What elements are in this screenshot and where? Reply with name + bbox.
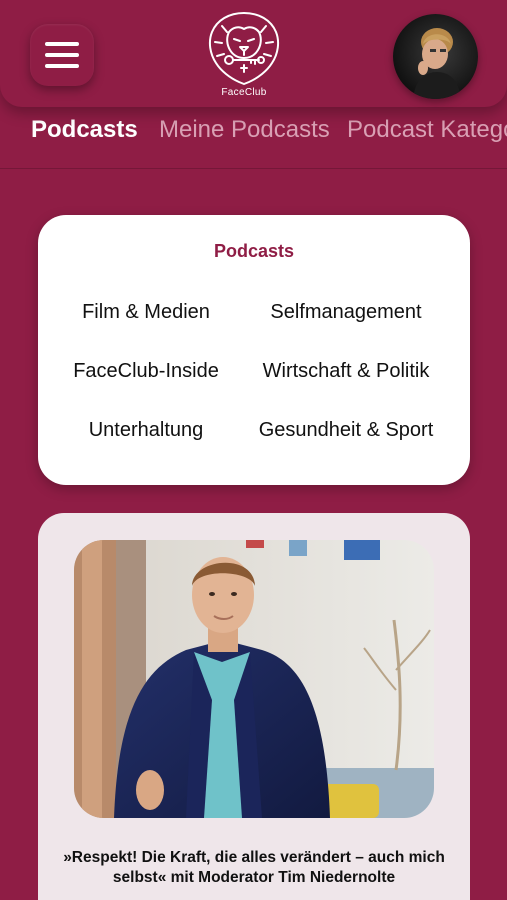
avatar-image xyxy=(393,14,478,99)
category-film-medien[interactable]: Film & Medien xyxy=(46,301,246,324)
app-header: FaceClub xyxy=(0,0,507,107)
lion-logo-icon xyxy=(208,12,280,85)
category-faceclub-inside[interactable]: FaceClub-Inside xyxy=(46,360,246,383)
logo-text: FaceClub xyxy=(221,87,267,98)
tab-bar: Podcasts Meine Podcasts Podcast Katego xyxy=(0,107,507,169)
tab-podcast-kategorien[interactable]: Podcast Katego xyxy=(347,115,507,145)
category-selfmanagement[interactable]: Selfmanagement xyxy=(246,301,446,324)
tab-podcasts[interactable]: Podcasts xyxy=(31,115,138,145)
user-avatar[interactable] xyxy=(393,14,478,99)
category-card: Podcasts Film & Medien Selfmanagement Fa… xyxy=(38,215,470,485)
category-card-title: Podcasts xyxy=(213,241,295,261)
category-unterhaltung[interactable]: Unterhaltung xyxy=(46,419,246,442)
podcast-photo xyxy=(74,540,434,818)
podcast-card[interactable]: »Respekt! Die Kraft, die alles verändert… xyxy=(38,513,470,900)
podcast-cover-image[interactable] xyxy=(74,540,434,818)
hamburger-menu-icon xyxy=(45,42,79,68)
category-gesundheit-sport[interactable]: Gesundheit & Sport xyxy=(246,419,446,442)
tab-meine-podcasts[interactable]: Meine Podcasts xyxy=(159,115,330,145)
category-wirtschaft-politik[interactable]: Wirtschaft & Politik xyxy=(246,360,446,383)
app-screen: FaceClub Podcasts Meine Podcasts Podcast… xyxy=(0,0,507,900)
menu-button[interactable] xyxy=(30,24,94,86)
podcast-title[interactable]: »Respekt! Die Kraft, die alles verändert… xyxy=(58,848,450,888)
faceclub-logo[interactable]: FaceClub xyxy=(205,10,283,100)
